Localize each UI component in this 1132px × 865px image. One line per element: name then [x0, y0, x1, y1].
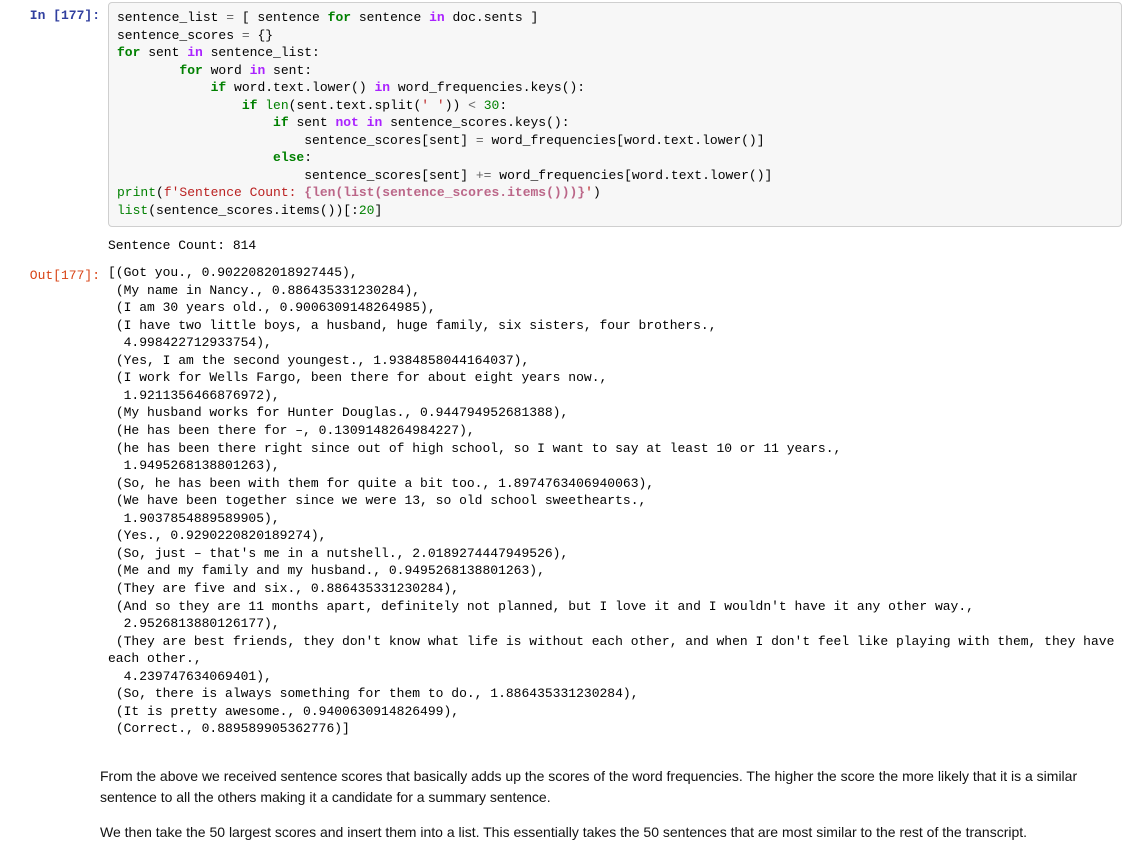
result-body: [(Got you., 0.9022082018927445), (My nam…: [108, 262, 1132, 738]
code-cell-body: sentence_list = [ sentence for sentence …: [108, 2, 1132, 227]
markdown-cell: From the above we received sentence scor…: [0, 740, 1132, 865]
stdout-row: Sentence Count: 814: [0, 229, 1132, 261]
in-prompt: In [177]:: [0, 2, 108, 227]
stdout-body: Sentence Count: 814: [108, 231, 1132, 259]
markdown-paragraph-2: We then take the 50 largest scores and i…: [100, 822, 1122, 843]
stdout-text: Sentence Count: 814: [108, 231, 1122, 259]
empty-prompt: [0, 231, 108, 259]
out-prompt: Out[177]:: [0, 262, 108, 738]
in-prompt-label: In [177]:: [30, 8, 100, 23]
code-input-area[interactable]: sentence_list = [ sentence for sentence …: [108, 2, 1122, 227]
code-cell: In [177]: sentence_list = [ sentence for…: [0, 0, 1132, 229]
notebook: In [177]: sentence_list = [ sentence for…: [0, 0, 1132, 865]
out-prompt-label: Out[177]:: [30, 268, 100, 283]
markdown-paragraph-1: From the above we received sentence scor…: [100, 766, 1122, 808]
result-row: Out[177]: [(Got you., 0.9022082018927445…: [0, 260, 1132, 740]
result-text: [(Got you., 0.9022082018927445), (My nam…: [108, 262, 1122, 738]
